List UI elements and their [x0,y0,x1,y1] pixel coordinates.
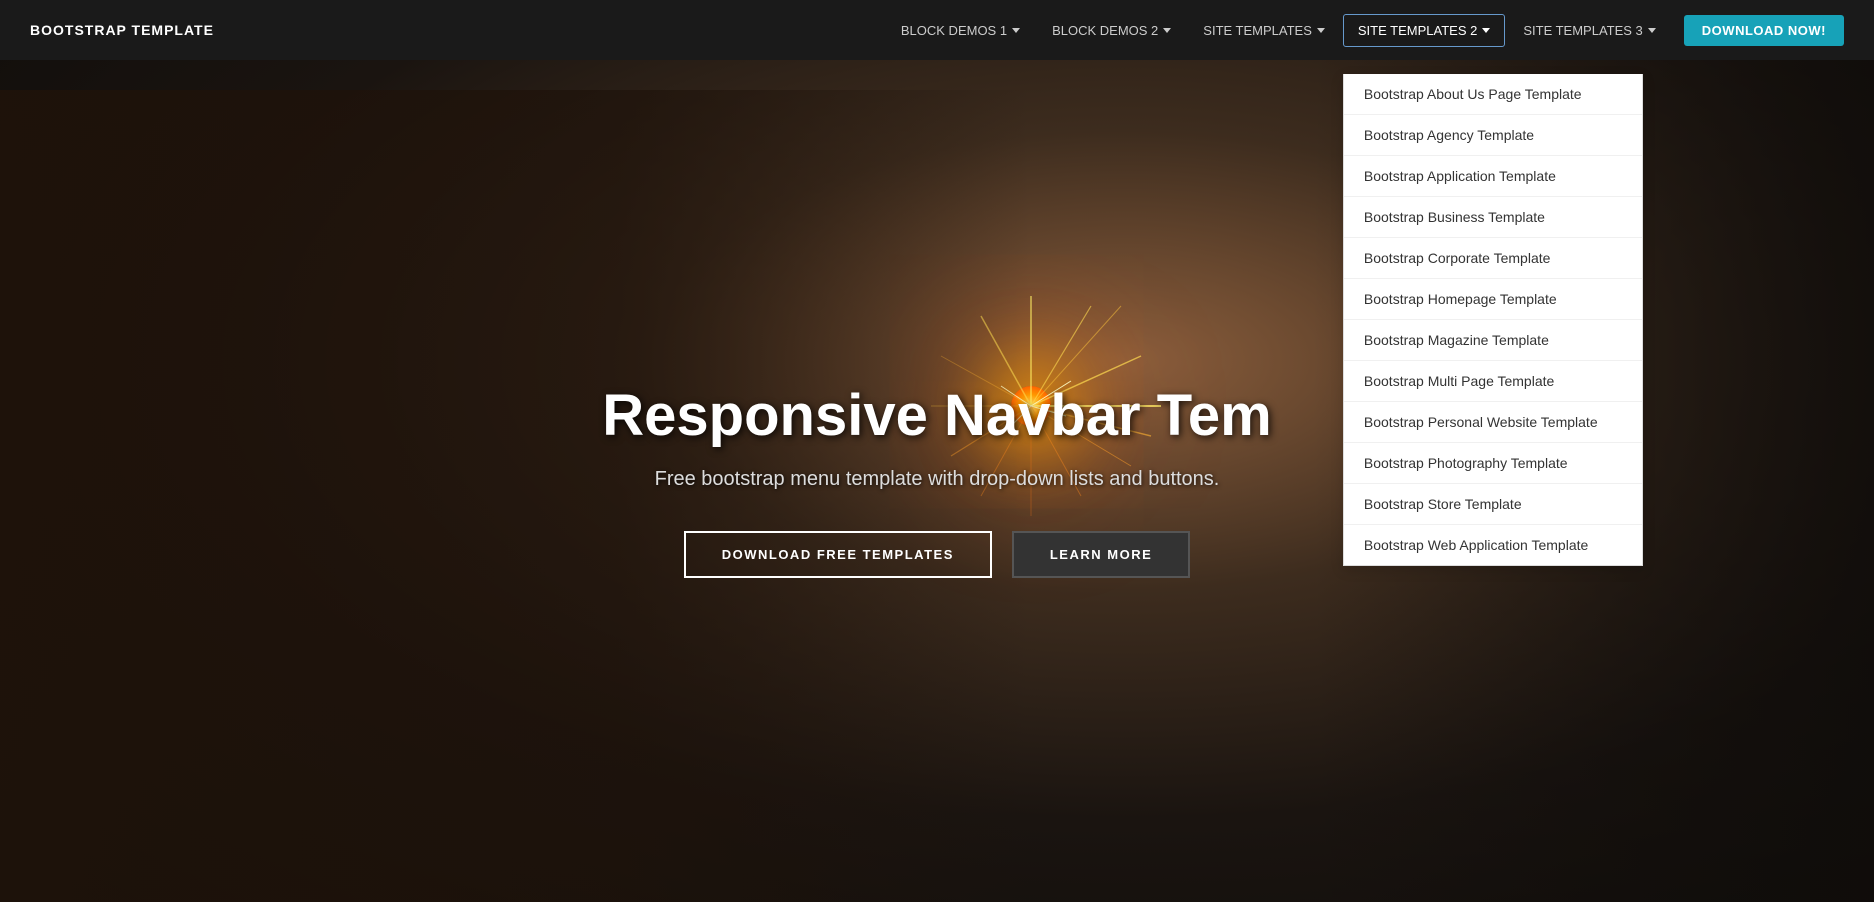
dropdown-item[interactable]: Bootstrap Magazine Template [1344,320,1642,361]
dropdown-menu: Bootstrap About Us Page TemplateBootstra… [1343,74,1643,566]
download-free-templates-button[interactable]: DOWNLOAD FREE TEMPLATES [684,531,992,578]
learn-more-button[interactable]: LEARN MORE [1012,531,1190,578]
dropdown-item[interactable]: Bootstrap Corporate Template [1344,238,1642,279]
dropdown-item[interactable]: Bootstrap Homepage Template [1344,279,1642,320]
hero-buttons: DOWNLOAD FREE TEMPLATES LEARN MORE [602,531,1271,578]
navbar: BOOTSTRAP TEMPLATE BLOCK DEMOS 1 BLOCK D… [0,0,1874,60]
dropdown-item[interactable]: Bootstrap Multi Page Template [1344,361,1642,402]
chevron-down-icon [1317,28,1325,33]
nav-block-demos-2-label: BLOCK DEMOS 2 [1052,23,1158,38]
hero-subtitle: Free bootstrap menu template with drop-d… [602,468,1271,491]
dropdown-item[interactable]: Bootstrap Personal Website Template [1344,402,1642,443]
nav-site-templates-2-wrapper: SITE TEMPLATES 2 Bootstrap About Us Page… [1343,14,1505,47]
dropdown-item[interactable]: Bootstrap Business Template [1344,197,1642,238]
dropdown-item[interactable]: Bootstrap Store Template [1344,484,1642,525]
chevron-down-icon [1163,28,1171,33]
chevron-down-icon [1012,28,1020,33]
chevron-down-icon [1482,28,1490,33]
nav-site-templates-label: SITE TEMPLATES [1203,23,1312,38]
nav-site-templates[interactable]: SITE TEMPLATES [1189,15,1339,46]
dropdown-item[interactable]: Bootstrap About Us Page Template [1344,74,1642,115]
nav-block-demos-2[interactable]: BLOCK DEMOS 2 [1038,15,1185,46]
nav-block-demos-1-label: BLOCK DEMOS 1 [901,23,1007,38]
dropdown-item[interactable]: Bootstrap Agency Template [1344,115,1642,156]
brand-logo: BOOTSTRAP TEMPLATE [30,22,214,38]
hero-content: Responsive Navbar Tem Free bootstrap men… [582,384,1291,578]
nav-site-templates-2-label: SITE TEMPLATES 2 [1358,23,1477,38]
chevron-down-icon [1648,28,1656,33]
dropdown-item[interactable]: Bootstrap Web Application Template [1344,525,1642,565]
nav-site-templates-3[interactable]: SITE TEMPLATES 3 [1509,15,1669,46]
hero-title: Responsive Navbar Tem [602,384,1271,448]
dropdown-item[interactable]: Bootstrap Photography Template [1344,443,1642,484]
nav-site-templates-3-label: SITE TEMPLATES 3 [1523,23,1642,38]
nav-block-demos-1[interactable]: BLOCK DEMOS 1 [887,15,1034,46]
nav-items: BLOCK DEMOS 1 BLOCK DEMOS 2 SITE TEMPLAT… [887,14,1844,47]
download-now-button[interactable]: DOWNLOAD NOW! [1684,15,1844,46]
nav-site-templates-2[interactable]: SITE TEMPLATES 2 [1343,14,1505,47]
dropdown-item[interactable]: Bootstrap Application Template [1344,156,1642,197]
